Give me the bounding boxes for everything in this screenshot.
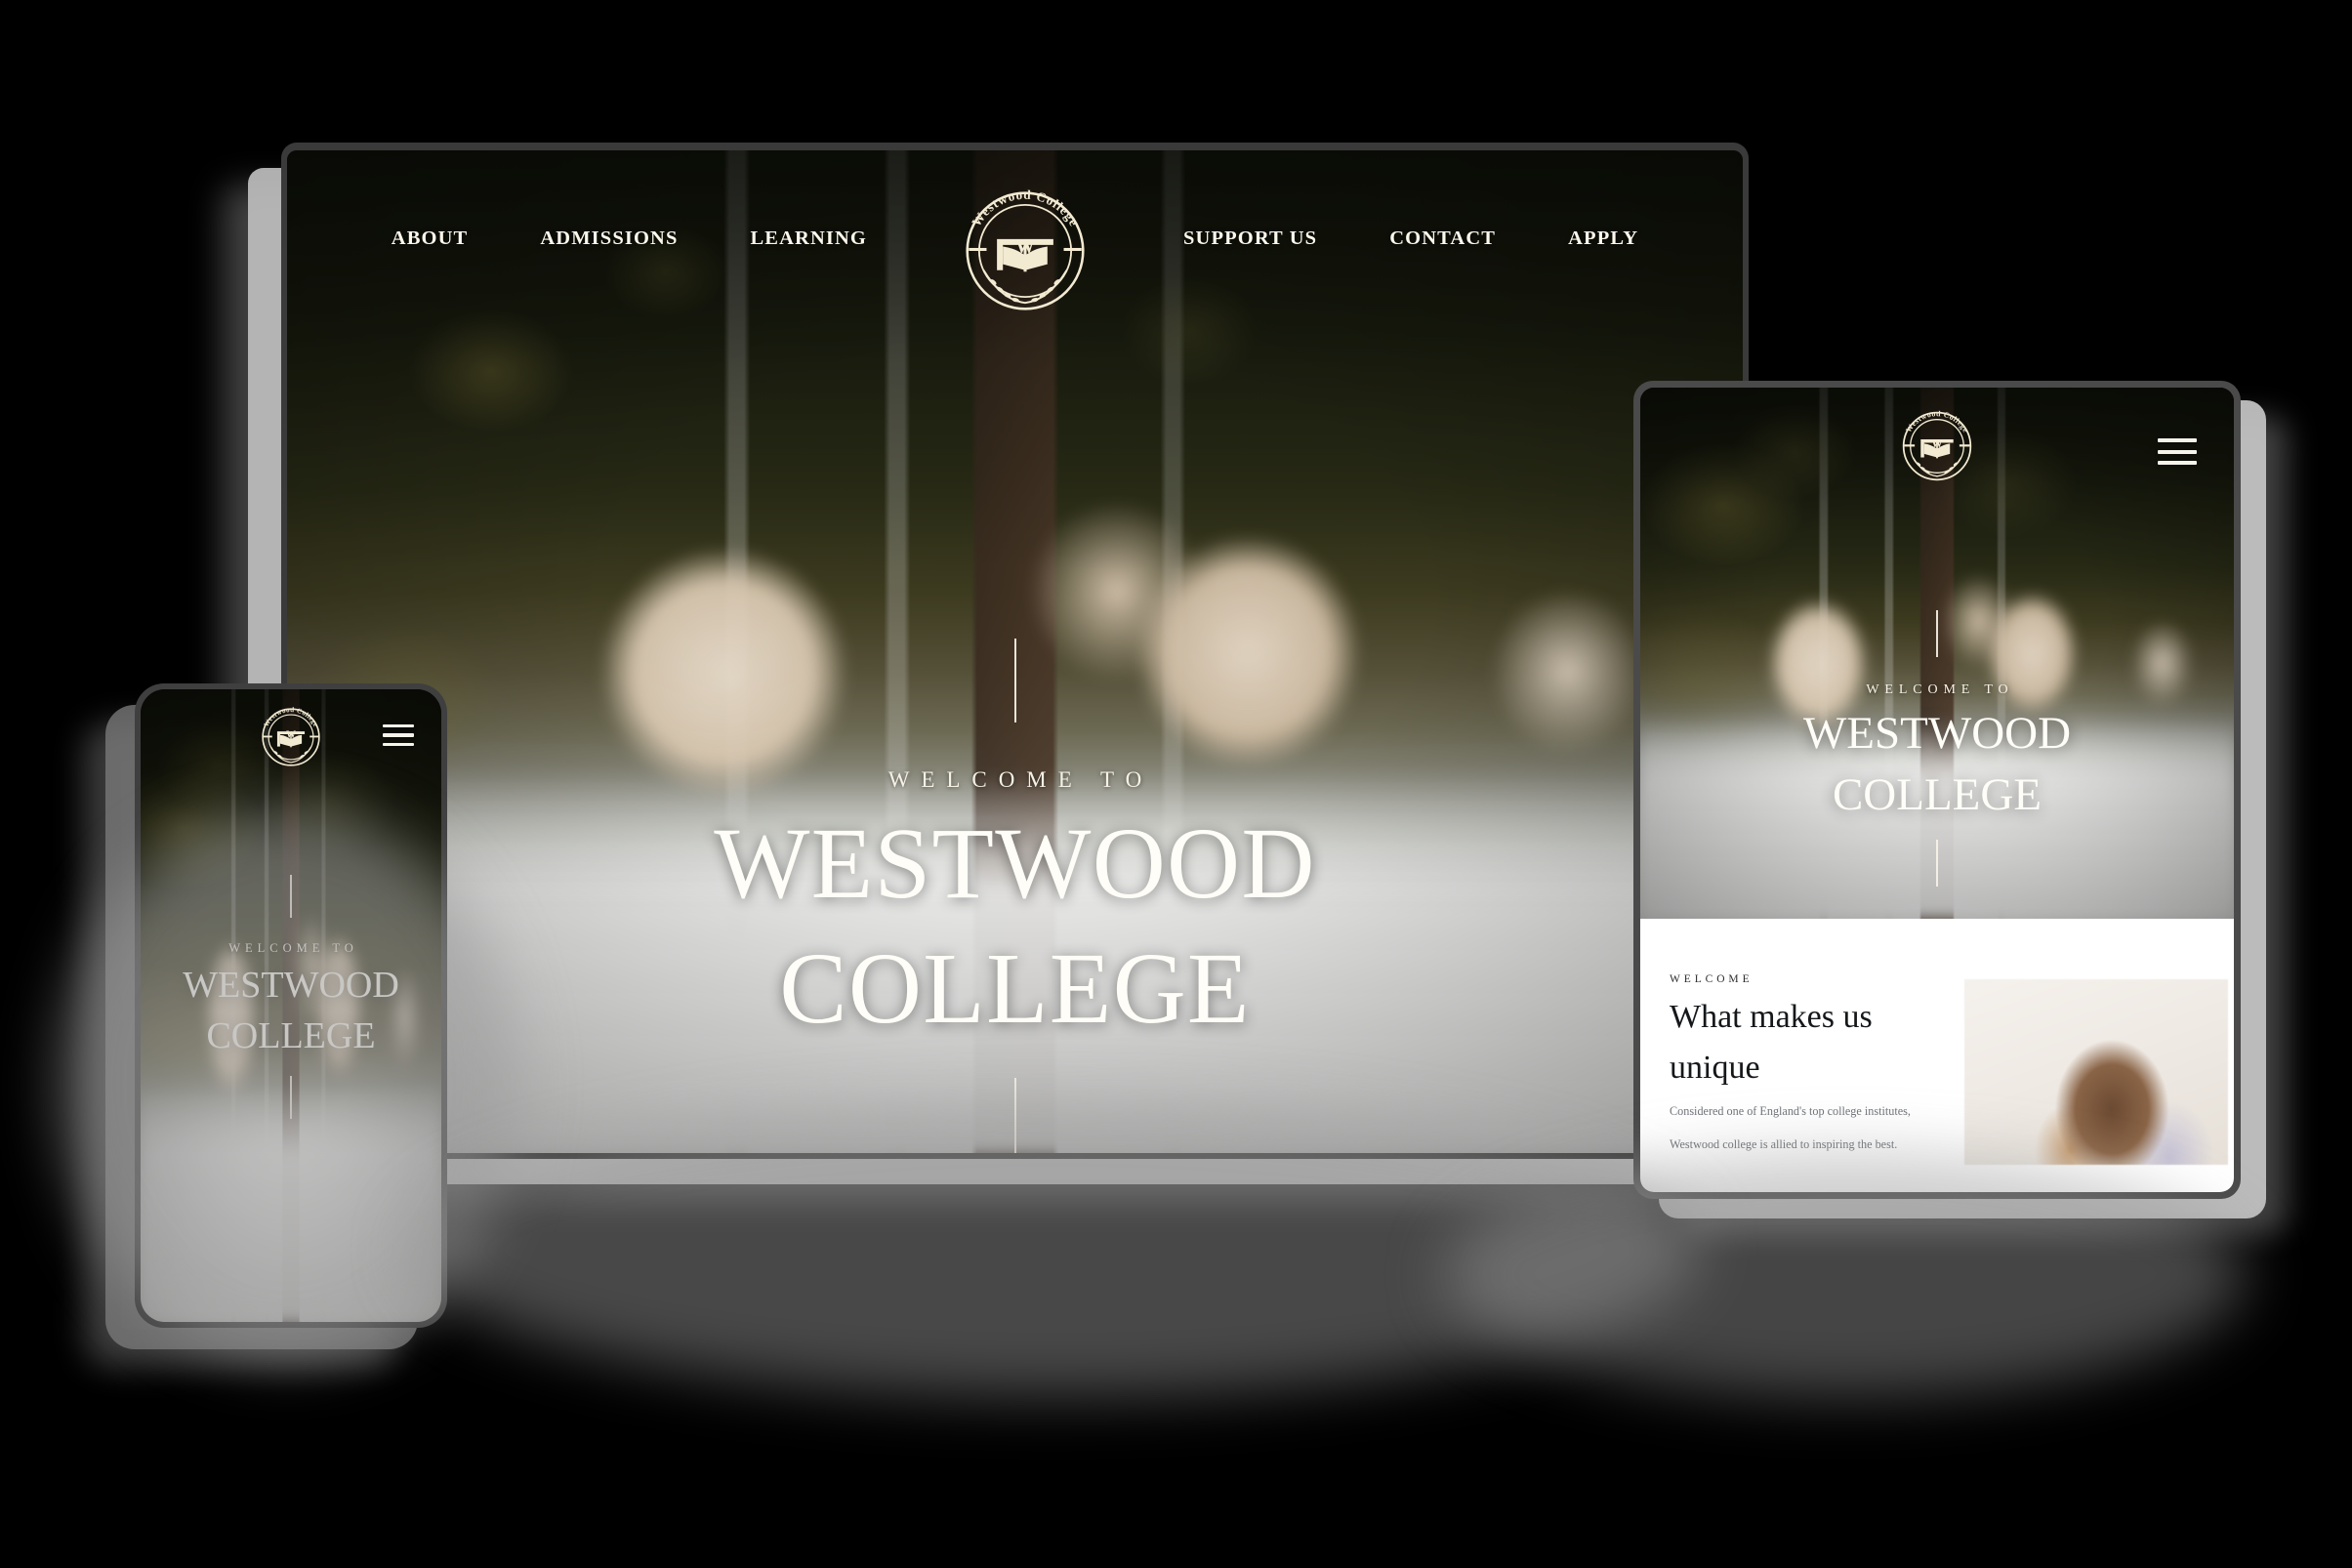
section-body-line-1: Considered one of England's top college …: [1670, 1103, 1911, 1118]
desktop-viewport: ABOUT ADMISSIONS LEARNING Westwood Colle…: [287, 150, 1743, 1153]
nav-item-admissions[interactable]: ADMISSIONS: [540, 227, 678, 250]
westwood-college-crest-icon[interactable]: Westwood College W: [1894, 403, 1980, 489]
burger-bar-1: [2158, 438, 2197, 442]
section-eyebrow: WELCOME: [1670, 972, 1754, 985]
svg-text:Westwood College: Westwood College: [263, 706, 320, 728]
showcase-canvas: ABOUT ADMISSIONS LEARNING Westwood Colle…: [0, 0, 2352, 1568]
section-body-line-2: Westwood college is allied to inspiring …: [1670, 1137, 1898, 1152]
nav-item-about[interactable]: ABOUT: [392, 227, 469, 250]
welcome-content-section: WELCOME What makes us unique Considered …: [1640, 918, 2234, 1192]
tablet-hero-section: Westwood College W WELCOME TO WESTWOOD C…: [1640, 388, 2234, 919]
desktop-nav-left: ABOUT ADMISSIONS LEARNING: [392, 227, 867, 250]
mobile-viewport: Westwood College W WELCOME TO WESTWOOD C…: [141, 689, 441, 1322]
svg-text:W: W: [1931, 438, 1943, 450]
hamburger-menu-icon[interactable]: [2158, 438, 2197, 465]
burger-bar-3: [2158, 461, 2197, 465]
westwood-college-crest-icon[interactable]: Westwood College W: [255, 701, 327, 773]
westwood-college-crest-icon[interactable]: Westwood College W: [951, 177, 1099, 325]
svg-text:W: W: [1015, 236, 1035, 258]
desktop-device-mockup: ABOUT ADMISSIONS LEARNING Westwood Colle…: [281, 143, 1749, 1159]
nav-item-apply[interactable]: APPLY: [1568, 227, 1638, 250]
burger-bar-2: [2158, 449, 2197, 454]
svg-text:W: W: [286, 730, 296, 741]
tablet-device-mockup: Westwood College W WELCOME TO WESTWOOD C…: [1633, 381, 2241, 1199]
smiling-teacher-photo: [1964, 978, 2228, 1165]
hero-overlay-gradient: [141, 689, 441, 1322]
section-title-line-2: unique: [1670, 1050, 1760, 1087]
desktop-nav-right: SUPPORT US CONTACT APPLY: [1183, 227, 1638, 250]
burger-bar-1: [383, 724, 414, 728]
section-title-line-1: What makes us: [1670, 998, 1873, 1035]
mobile-device-mockup: Westwood College W WELCOME TO WESTWOOD C…: [135, 683, 447, 1328]
hamburger-menu-icon[interactable]: [383, 724, 414, 746]
svg-text:Westwood College: Westwood College: [1904, 409, 1970, 433]
svg-text:Westwood College: Westwood College: [969, 187, 1082, 229]
tablet-viewport: Westwood College W WELCOME TO WESTWOOD C…: [1640, 388, 2234, 1192]
burger-bar-2: [383, 733, 414, 737]
nav-item-contact[interactable]: CONTACT: [1389, 227, 1496, 250]
burger-bar-3: [383, 742, 414, 746]
nav-item-learning[interactable]: LEARNING: [751, 227, 868, 250]
welcome-copy: WELCOME What makes us unique Considered …: [1640, 973, 1964, 1155]
desktop-navbar: ABOUT ADMISSIONS LEARNING Westwood Colle…: [287, 187, 1743, 310]
nav-item-support-us[interactable]: SUPPORT US: [1183, 227, 1317, 250]
